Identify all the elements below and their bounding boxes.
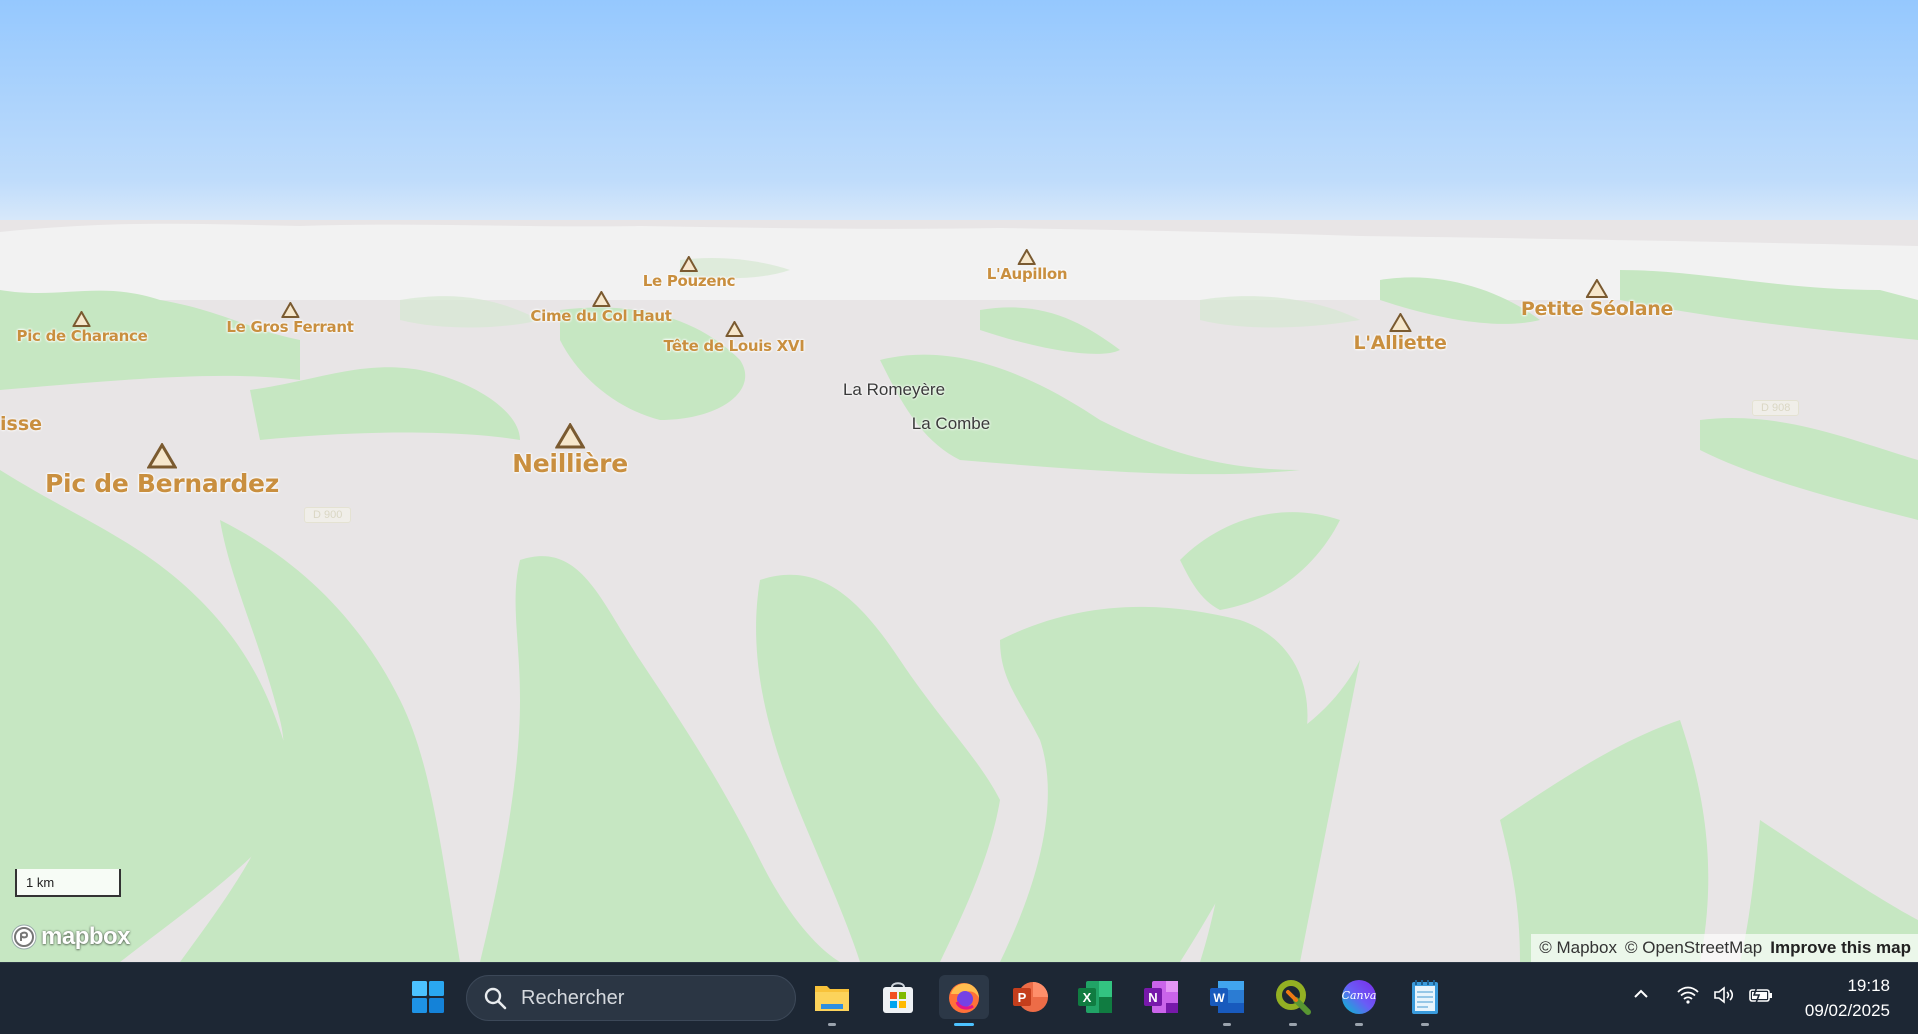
taskbar-app-qgis[interactable] <box>1271 975 1315 1026</box>
peak-l-aupillon[interactable]: L'Aupillon <box>987 249 1068 283</box>
peak-label: Tête de Louis XVI <box>663 337 805 355</box>
speaker-icon <box>1714 986 1734 1004</box>
peak-label: L'Aupillon <box>986 265 1068 283</box>
taskbar-app-store[interactable] <box>876 975 920 1019</box>
peak-neilliere[interactable]: Neillière <box>512 423 628 478</box>
taskbar-app-notepad[interactable] <box>1403 975 1447 1026</box>
clock-time: 19:18 <box>1847 976 1890 995</box>
taskbar-app-powerpoint[interactable]: P <box>1008 975 1052 1019</box>
peak-label: Petite Séolane <box>1520 298 1674 320</box>
peak-icon <box>592 291 610 307</box>
road-shield: D 908 <box>1752 400 1800 416</box>
running-indicator <box>1421 1023 1429 1026</box>
running-indicator <box>828 1023 836 1026</box>
windows-icon <box>412 981 444 1013</box>
svg-text:X: X <box>1083 990 1092 1005</box>
powerpoint-icon: P <box>1013 982 1048 1012</box>
clock-date: 09/02/2025 <box>1804 1001 1890 1020</box>
place-la-romeyere[interactable]: La Romeyère <box>843 380 945 400</box>
taskbar-app-onenote[interactable]: N <box>1139 975 1183 1019</box>
battery-icon <box>1749 986 1772 1004</box>
peak-cime-du-col-haut[interactable]: Cime du Col Haut <box>530 291 672 325</box>
peak-icon <box>1585 279 1608 298</box>
peak-icon <box>1388 313 1411 332</box>
svg-text:P: P <box>1018 990 1027 1005</box>
search-placeholder: Rechercher <box>521 986 625 1009</box>
taskbar-app-excel[interactable]: X <box>1073 975 1117 1019</box>
peak-icon <box>280 302 299 318</box>
road-shield: D 900 <box>304 507 352 523</box>
peak-label: Pic de Bernardez <box>45 469 279 498</box>
battery-button[interactable] <box>1748 985 1774 1010</box>
peak-label: Cime du Col Haut <box>530 307 672 325</box>
peak-pic-de-charance[interactable]: Pic de Charance <box>17 311 148 345</box>
store-icon <box>883 982 913 1013</box>
show-hidden-icons-button[interactable] <box>1632 985 1650 1008</box>
terrain-3d[interactable] <box>0 0 1918 962</box>
running-indicator <box>1289 1023 1297 1026</box>
taskbar-app-firefox[interactable] <box>939 975 989 1026</box>
chevron-up-icon <box>1634 989 1648 998</box>
attribution-mapbox[interactable]: © Mapbox <box>1539 938 1617 958</box>
peak-le-gros-ferrant[interactable]: Le Gros Ferrant <box>226 302 354 336</box>
qgis-icon <box>1276 980 1311 1015</box>
taskbar-clock[interactable]: 19:18 09/02/2025 <box>1805 973 1890 1023</box>
peak-icon <box>680 256 698 272</box>
peak-le-pouzenc[interactable]: Le Pouzenc <box>642 256 736 290</box>
start-button[interactable] <box>406 975 450 1019</box>
peak-icon <box>724 321 743 337</box>
mapbox-wordmark: mapbox <box>41 923 131 950</box>
network-button[interactable] <box>1676 985 1700 1010</box>
onenote-icon: N <box>1144 981 1178 1013</box>
running-indicator <box>1223 1023 1231 1026</box>
folder-icon <box>815 986 849 1011</box>
peak-icon <box>73 311 91 327</box>
volume-button[interactable] <box>1712 985 1736 1010</box>
peak-pic-de-bernardez[interactable]: Pic de Bernardez <box>45 443 279 498</box>
sky <box>0 0 1918 240</box>
firefox-icon <box>949 983 979 1013</box>
svg-text:W: W <box>1213 991 1225 1005</box>
mapbox-icon <box>11 924 37 950</box>
search-icon <box>484 987 507 1010</box>
taskbar: Rechercher P X N W Canva 19:18 09/02/202… <box>0 962 1918 1034</box>
edge-label[interactable]: isse <box>0 413 42 435</box>
taskbar-app-canva[interactable]: Canva <box>1337 975 1381 1026</box>
taskbar-app-file-explorer[interactable] <box>810 975 854 1026</box>
attribution-bar: © Mapbox © OpenStreetMap Improve this ma… <box>1531 934 1918 962</box>
peak-label: Le Gros Ferrant <box>226 318 354 336</box>
peak-petite-seolane[interactable]: Petite Séolane <box>1521 279 1673 320</box>
running-indicator <box>1355 1023 1363 1026</box>
peak-label: Le Pouzenc <box>642 272 736 290</box>
scale-bar: 1 km <box>15 869 121 897</box>
peak-label: Neillière <box>512 449 628 478</box>
peak-icon <box>146 443 177 469</box>
wifi-icon <box>1677 986 1699 1004</box>
canva-label: Canva <box>1341 989 1377 1002</box>
peak-tete-de-louis-xvi[interactable]: Tête de Louis XVI <box>663 321 805 355</box>
place-la-combe[interactable]: La Combe <box>912 414 990 434</box>
attribution-osm[interactable]: © OpenStreetMap <box>1625 938 1762 958</box>
peak-label: Pic de Charance <box>16 327 148 345</box>
peak-icon <box>1018 249 1036 265</box>
mapbox-logo[interactable]: mapbox <box>10 922 131 952</box>
peak-l-alliette[interactable]: L'Alliette <box>1353 313 1447 354</box>
peak-label: L'Alliette <box>1353 332 1447 354</box>
taskbar-search[interactable]: Rechercher <box>466 975 796 1021</box>
scale-label: 1 km <box>26 875 55 890</box>
svg-text:N: N <box>1148 990 1157 1005</box>
map-view[interactable]: Pic de Charance Le Gros Ferrant Cime du … <box>0 0 1918 962</box>
excel-icon: X <box>1078 981 1112 1013</box>
peak-icon <box>554 423 585 449</box>
active-indicator <box>954 1023 974 1026</box>
improve-map-link[interactable]: Improve this map <box>1770 938 1911 958</box>
word-icon: W <box>1210 981 1244 1013</box>
notepad-icon <box>1412 980 1438 1014</box>
taskbar-app-word[interactable]: W <box>1205 975 1249 1026</box>
